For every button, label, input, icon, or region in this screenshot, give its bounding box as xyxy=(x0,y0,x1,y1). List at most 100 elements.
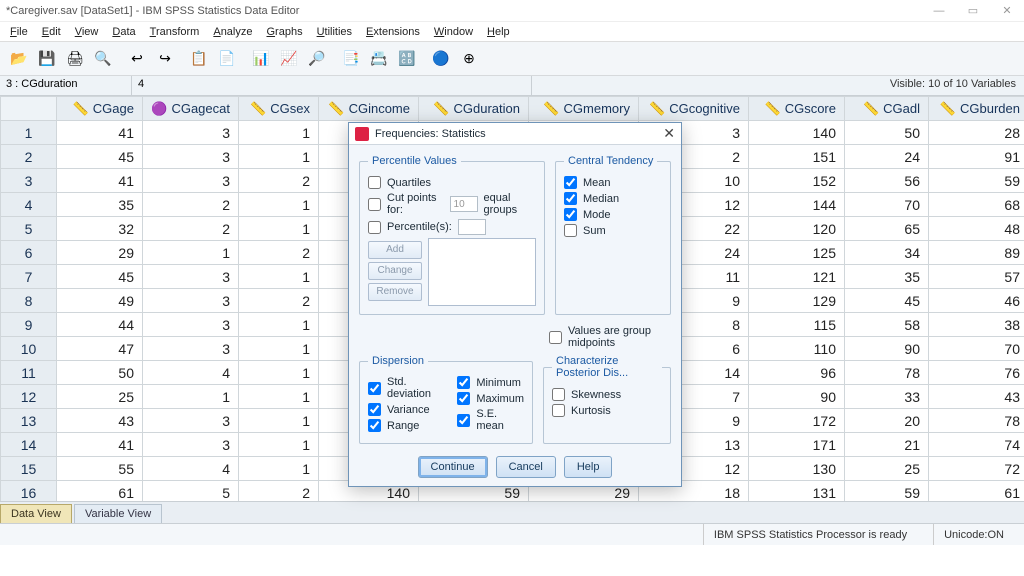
cell[interactable]: 35 xyxy=(845,265,929,289)
cell[interactable]: 3 xyxy=(143,433,239,457)
cell[interactable]: 1 xyxy=(239,313,319,337)
col-cgmemory[interactable]: 📏CGmemory xyxy=(529,97,639,121)
menu-transform[interactable]: Transform xyxy=(150,26,200,38)
cell[interactable]: 3 xyxy=(143,169,239,193)
cell[interactable]: 5 xyxy=(143,481,239,502)
cell[interactable]: 59 xyxy=(929,169,1024,193)
chk-cutpoints[interactable] xyxy=(368,198,381,211)
cell[interactable]: 45 xyxy=(57,265,143,289)
toolbar-btn-14[interactable]: 🔵 xyxy=(428,46,454,72)
cell[interactable]: 76 xyxy=(929,361,1024,385)
cell[interactable]: 171 xyxy=(749,433,845,457)
chk-midpoints[interactable] xyxy=(549,331,562,344)
cell[interactable]: 2 xyxy=(239,481,319,502)
toolbar-btn-6[interactable]: 📋 xyxy=(186,46,212,72)
chk-percentiles[interactable] xyxy=(368,221,381,234)
chk-kurtosis[interactable] xyxy=(552,404,565,417)
row-header[interactable]: 16 xyxy=(1,481,57,502)
cell[interactable]: 2 xyxy=(239,289,319,313)
row-header[interactable]: 4 xyxy=(1,193,57,217)
toolbar-btn-13[interactable]: 🔠 xyxy=(394,46,420,72)
help-button[interactable]: Help xyxy=(564,456,613,478)
cell[interactable]: 32 xyxy=(57,217,143,241)
cell[interactable]: 55 xyxy=(57,457,143,481)
row-header[interactable]: 5 xyxy=(1,217,57,241)
dialog-close-icon[interactable]: ✕ xyxy=(663,125,675,142)
input-percentile-value[interactable] xyxy=(458,219,486,235)
cell[interactable]: 144 xyxy=(749,193,845,217)
col-cgincome[interactable]: 📏CGincome xyxy=(319,97,419,121)
tab-data-view[interactable]: Data View xyxy=(0,504,72,523)
col-cgscore[interactable]: 📏CGscore xyxy=(749,97,845,121)
cell[interactable]: 2 xyxy=(143,217,239,241)
cell[interactable]: 50 xyxy=(57,361,143,385)
cell[interactable]: 24 xyxy=(845,145,929,169)
col-cgadl[interactable]: 📏CGadl xyxy=(845,97,929,121)
window-minimize[interactable]: — xyxy=(928,5,950,17)
cell[interactable]: 48 xyxy=(929,217,1024,241)
cell[interactable]: 1 xyxy=(143,241,239,265)
dialog-titlebar[interactable]: Frequencies: Statistics ✕ xyxy=(349,123,681,145)
cell[interactable]: 4 xyxy=(143,457,239,481)
btn-add[interactable]: Add xyxy=(368,241,422,259)
cell[interactable]: 72 xyxy=(929,457,1024,481)
chk-sum[interactable] xyxy=(564,224,577,237)
menu-edit[interactable]: Edit xyxy=(42,26,61,38)
cell[interactable]: 70 xyxy=(929,337,1024,361)
cell[interactable]: 90 xyxy=(749,385,845,409)
cell[interactable]: 68 xyxy=(929,193,1024,217)
cell[interactable]: 89 xyxy=(929,241,1024,265)
cell[interactable]: 78 xyxy=(845,361,929,385)
menu-extensions[interactable]: Extensions xyxy=(366,26,420,38)
cell[interactable]: 1 xyxy=(239,193,319,217)
cell[interactable]: 50 xyxy=(845,121,929,145)
cell[interactable]: 45 xyxy=(57,145,143,169)
cell[interactable]: 3 xyxy=(143,265,239,289)
row-header[interactable]: 2 xyxy=(1,145,57,169)
col-cgduration[interactable]: 📏CGduration xyxy=(419,97,529,121)
toolbar-btn-11[interactable]: 📑 xyxy=(338,46,364,72)
cell[interactable]: 3 xyxy=(143,121,239,145)
cell[interactable]: 90 xyxy=(845,337,929,361)
row-header[interactable]: 14 xyxy=(1,433,57,457)
cell[interactable]: 34 xyxy=(845,241,929,265)
cell[interactable]: 78 xyxy=(929,409,1024,433)
cell[interactable]: 3 xyxy=(143,289,239,313)
cell[interactable]: 2 xyxy=(239,169,319,193)
cancel-button[interactable]: Cancel xyxy=(496,456,556,478)
chk-std[interactable] xyxy=(368,382,381,395)
cell[interactable]: 44 xyxy=(57,313,143,337)
cell[interactable]: 2 xyxy=(239,241,319,265)
cell[interactable]: 1 xyxy=(239,337,319,361)
cell[interactable]: 28 xyxy=(929,121,1024,145)
menu-window[interactable]: Window xyxy=(434,26,473,38)
toolbar-btn-7[interactable]: 📄 xyxy=(214,46,240,72)
row-header[interactable]: 13 xyxy=(1,409,57,433)
row-header[interactable]: 6 xyxy=(1,241,57,265)
menu-help[interactable]: Help xyxy=(487,26,510,38)
btn-remove[interactable]: Remove xyxy=(368,283,422,301)
window-close[interactable]: ✕ xyxy=(996,4,1018,17)
cell[interactable]: 74 xyxy=(929,433,1024,457)
cell[interactable]: 1 xyxy=(239,457,319,481)
cell[interactable]: 115 xyxy=(749,313,845,337)
cell[interactable]: 1 xyxy=(239,433,319,457)
col-cgsex[interactable]: 📏CGsex xyxy=(239,97,319,121)
toolbar-btn-5[interactable]: ↪ xyxy=(152,46,178,72)
cell[interactable]: 58 xyxy=(845,313,929,337)
cell[interactable]: 43 xyxy=(57,409,143,433)
chk-median[interactable] xyxy=(564,192,577,205)
cell[interactable]: 125 xyxy=(749,241,845,265)
cell[interactable]: 45 xyxy=(845,289,929,313)
cell[interactable]: 110 xyxy=(749,337,845,361)
menu-graphs[interactable]: Graphs xyxy=(266,26,302,38)
cell-value[interactable]: 4 xyxy=(132,76,532,95)
cell[interactable]: 3 xyxy=(143,313,239,337)
cell[interactable]: 121 xyxy=(749,265,845,289)
cell[interactable]: 120 xyxy=(749,217,845,241)
cell[interactable]: 41 xyxy=(57,169,143,193)
chk-se[interactable] xyxy=(457,414,470,427)
chk-min[interactable] xyxy=(457,376,470,389)
cell[interactable]: 172 xyxy=(749,409,845,433)
cell[interactable]: 21 xyxy=(845,433,929,457)
